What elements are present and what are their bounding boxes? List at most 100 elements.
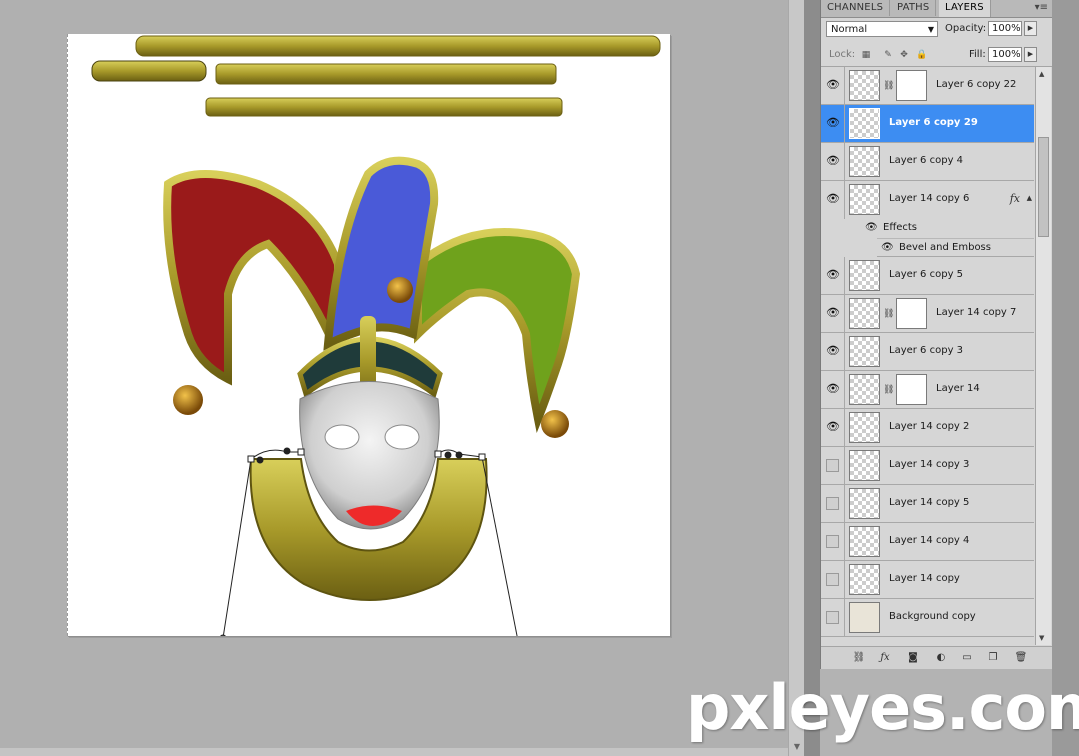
- visibility-toggle[interactable]: 👁: [821, 67, 845, 105]
- visibility-toggle[interactable]: [821, 561, 845, 599]
- link-layers-icon[interactable]: ⛓: [851, 651, 867, 665]
- visibility-toggle[interactable]: 👁: [821, 409, 845, 447]
- layer-row[interactable]: Layer 14 copy 3: [821, 447, 1034, 485]
- tab-paths[interactable]: PATHS: [891, 0, 937, 16]
- add-layer-style-icon[interactable]: ƒx: [877, 651, 893, 665]
- jester-mask-artwork: [91, 35, 661, 636]
- bevel-emboss-row[interactable]: 👁 Bevel and Emboss: [877, 238, 1034, 257]
- layer-thumbnail: [849, 298, 880, 329]
- add-mask-icon[interactable]: ◙: [905, 651, 921, 665]
- visibility-empty-box[interactable]: [826, 611, 839, 624]
- jester-hat-blue-flap: [323, 156, 439, 351]
- trash-icon[interactable]: 🗑: [1013, 651, 1029, 665]
- visibility-toggle[interactable]: [821, 485, 845, 523]
- eye-icon[interactable]: 👁: [826, 383, 840, 395]
- layer-row[interactable]: Layer 14 copy 5: [821, 485, 1034, 523]
- visibility-toggle[interactable]: 👁: [821, 333, 845, 371]
- visibility-toggle[interactable]: [821, 599, 845, 637]
- tab-layers[interactable]: LAYERS: [939, 0, 991, 17]
- scrollbar-thumb[interactable]: [1038, 137, 1049, 237]
- document-canvas[interactable]: [67, 34, 670, 636]
- layer-row[interactable]: 👁 Layer 14 copy 6 fx ▲: [821, 181, 1034, 219]
- visibility-toggle[interactable]: 👁: [821, 371, 845, 409]
- eye-icon[interactable]: 👁: [826, 269, 840, 281]
- new-group-icon[interactable]: ▭: [959, 651, 975, 665]
- layer-name: Layer 14 copy 4: [889, 535, 970, 546]
- panel-tabs: CHANNELS PATHS LAYERS ▾≡: [821, 0, 1052, 18]
- eye-icon[interactable]: 👁: [826, 117, 840, 129]
- eye-icon[interactable]: 👁: [826, 345, 840, 357]
- visibility-empty-box[interactable]: [826, 497, 839, 510]
- lock-transparent-icon[interactable]: ▦: [861, 50, 871, 60]
- visibility-toggle[interactable]: 👁: [821, 105, 845, 143]
- layer-thumbnail: [849, 260, 880, 291]
- fx-icon[interactable]: fx: [1010, 192, 1020, 205]
- workspace-vertical-scrollbar[interactable]: ▼: [788, 0, 805, 756]
- new-layer-icon[interactable]: ❐: [985, 651, 1001, 665]
- layer-row[interactable]: 👁 Layer 6 copy 3: [821, 333, 1034, 371]
- lock-position-icon[interactable]: ✥: [899, 50, 909, 60]
- visibility-empty-box[interactable]: [826, 459, 839, 472]
- layers-scrollbar[interactable]: ▲ ▼: [1035, 67, 1051, 645]
- panel-menu-icon[interactable]: ▾≡: [1035, 2, 1048, 13]
- eye-icon[interactable]: 👁: [826, 155, 840, 167]
- adjustment-layer-icon[interactable]: ◐: [933, 651, 949, 665]
- layer-name: Layer 14 copy: [889, 573, 960, 584]
- effects-row[interactable]: 👁 Effects: [821, 219, 1034, 238]
- link-chain-icon[interactable]: ⛓: [883, 383, 894, 397]
- link-chain-icon[interactable]: ⛓: [883, 307, 894, 321]
- blend-mode-select[interactable]: Normal ▼: [826, 21, 938, 37]
- layer-row-selected[interactable]: 👁 Layer 6 copy 29: [821, 105, 1034, 143]
- layer-row[interactable]: 👁 ⛓ Layer 6 copy 22: [821, 67, 1034, 105]
- effects-label: Effects: [883, 222, 917, 233]
- visibility-toggle[interactable]: 👁: [821, 257, 845, 295]
- document-workspace[interactable]: [0, 0, 788, 756]
- scroll-up-arrow-icon[interactable]: ▲: [1039, 70, 1044, 78]
- eye-icon[interactable]: 👁: [826, 307, 840, 319]
- blend-mode-value: Normal: [831, 24, 868, 35]
- eye-icon[interactable]: 👁: [826, 421, 840, 433]
- opacity-input[interactable]: 100%: [988, 21, 1022, 36]
- visibility-empty-box[interactable]: [826, 573, 839, 586]
- lock-all-icon[interactable]: 🔒: [916, 50, 927, 60]
- layers-list[interactable]: 👁 ⛓ Layer 6 copy 22 👁 Layer 6 copy 29 👁 …: [821, 67, 1034, 645]
- opacity-slider-button[interactable]: ▶: [1024, 21, 1037, 36]
- visibility-empty-box[interactable]: [826, 535, 839, 548]
- layer-row[interactable]: Background copy: [821, 599, 1034, 637]
- opacity-label: Opacity:: [945, 23, 987, 34]
- layer-thumbnail: [849, 70, 880, 101]
- layer-thumbnail: [849, 450, 880, 481]
- layer-thumbnail: [849, 488, 880, 519]
- eye-icon[interactable]: 👁: [881, 242, 894, 253]
- gold-trim-strips: [91, 35, 661, 117]
- layer-row[interactable]: 👁 Layer 14 copy 2: [821, 409, 1034, 447]
- visibility-toggle[interactable]: 👁: [821, 143, 845, 181]
- layer-row[interactable]: Layer 14 copy: [821, 561, 1034, 599]
- fill-slider-button[interactable]: ▶: [1024, 47, 1037, 62]
- blend-opacity-row: Normal ▼ Opacity: 100% ▶: [821, 18, 1052, 42]
- layer-row[interactable]: 👁 Layer 6 copy 4: [821, 143, 1034, 181]
- lock-label: Lock:: [829, 49, 856, 60]
- visibility-toggle[interactable]: [821, 447, 845, 485]
- fill-input[interactable]: 100%: [988, 47, 1022, 62]
- pxleyes-watermark: pxleyes.com: [686, 671, 1079, 744]
- visibility-toggle[interactable]: 👁: [821, 181, 845, 219]
- lock-image-icon[interactable]: ✎: [883, 50, 893, 60]
- visibility-toggle[interactable]: 👁: [821, 295, 845, 333]
- eye-icon[interactable]: 👁: [826, 193, 840, 205]
- layer-row[interactable]: Layer 14 copy 4: [821, 523, 1034, 561]
- collapse-effects-arrow-icon[interactable]: ▲: [1027, 194, 1032, 202]
- visibility-toggle[interactable]: [821, 523, 845, 561]
- tab-channels[interactable]: CHANNELS: [821, 0, 891, 16]
- workspace-horizontal-scrollbar[interactable]: [0, 748, 788, 756]
- link-chain-icon[interactable]: ⛓: [883, 79, 894, 93]
- layers-panel-footer: ⛓ ƒx ◙ ◐ ▭ ❐ 🗑: [821, 646, 1052, 669]
- eye-icon[interactable]: 👁: [865, 222, 878, 233]
- layer-row[interactable]: 👁 Layer 6 copy 5: [821, 257, 1034, 295]
- fill-label: Fill:: [969, 49, 986, 60]
- eye-icon[interactable]: 👁: [826, 79, 840, 91]
- layer-row[interactable]: 👁 ⛓ Layer 14 copy 7: [821, 295, 1034, 333]
- lock-fill-row: Lock: ▦ ✎ ✥ 🔒 Fill: 100% ▶: [821, 44, 1052, 67]
- scroll-down-arrow-icon[interactable]: ▼: [1039, 634, 1044, 642]
- layer-row[interactable]: 👁 ⛓ Layer 14: [821, 371, 1034, 409]
